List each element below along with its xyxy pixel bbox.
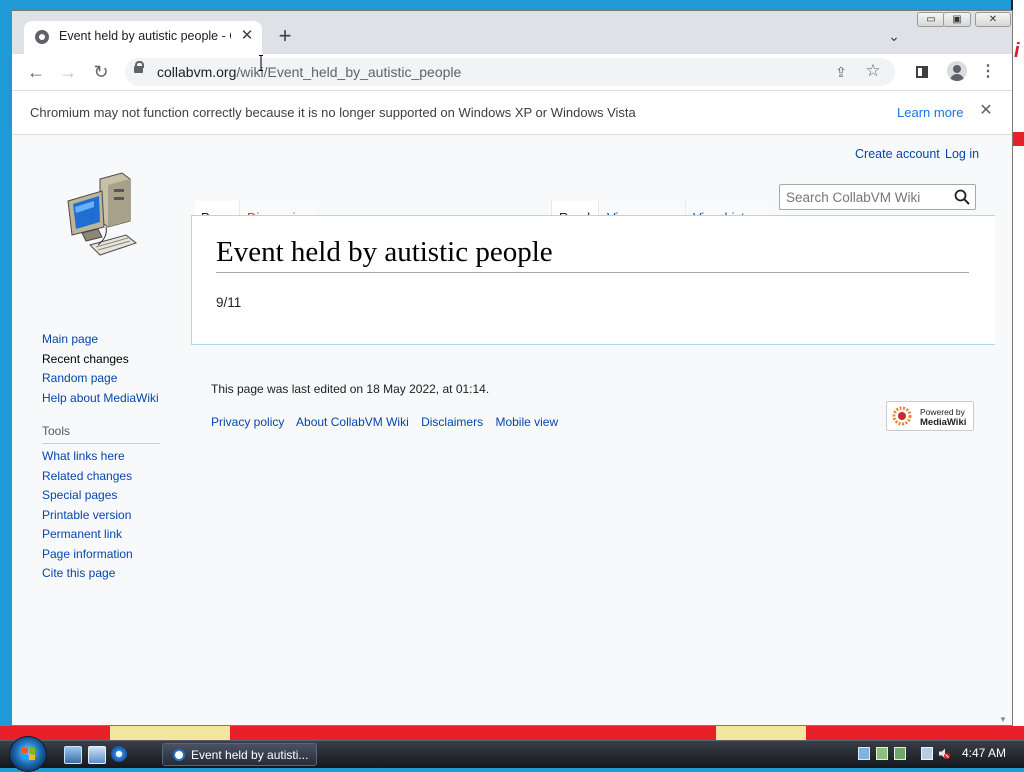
footer-disclaimers[interactable]: Disclaimers bbox=[421, 415, 483, 429]
tool-permanent-link[interactable]: Permanent link bbox=[42, 525, 133, 545]
nav-main-page[interactable]: Main page bbox=[42, 330, 159, 350]
last-edited-info: This page was last edited on 18 May 2022… bbox=[211, 382, 490, 396]
footer-links: Privacy policy About CollabVM Wiki Discl… bbox=[211, 415, 567, 429]
powered-by-line1: Powered by bbox=[920, 407, 965, 417]
tab-title: Event held by autistic people - C bbox=[59, 29, 231, 43]
tools-portlet: What links here Related changes Special … bbox=[42, 447, 133, 584]
windows-flag-icon bbox=[22, 748, 35, 760]
tab-close-button[interactable]: ✕ bbox=[237, 26, 257, 46]
taskbar-browser-item[interactable]: Event held by autisti... bbox=[162, 743, 317, 766]
nav-help[interactable]: Help about MediaWiki bbox=[42, 389, 159, 409]
lock-icon[interactable] bbox=[134, 61, 144, 73]
new-tab-button[interactable]: + bbox=[272, 25, 298, 49]
desktop-bottom-strip bbox=[0, 726, 1024, 740]
navigation-portlet: Main page Recent changes Random page Hel… bbox=[42, 330, 159, 408]
nav-random-page[interactable]: Random page bbox=[42, 369, 159, 389]
search-icon[interactable] bbox=[954, 189, 970, 205]
search-placeholder: Search CollabVM Wiki bbox=[786, 190, 921, 205]
start-orb[interactable] bbox=[9, 736, 47, 772]
tool-printable-version[interactable]: Printable version bbox=[42, 506, 133, 526]
page-viewport: Create account Log in Main page Recent c… bbox=[12, 55, 995, 725]
network-icon[interactable] bbox=[921, 747, 933, 760]
tab-search-button[interactable]: ⌄ bbox=[884, 28, 904, 44]
ie-icon[interactable] bbox=[111, 746, 127, 762]
tool-cite-this-page[interactable]: Cite this page bbox=[42, 564, 133, 584]
nav-recent-changes[interactable]: Recent changes bbox=[42, 350, 159, 370]
log-in-link[interactable]: Log in bbox=[945, 147, 979, 161]
desktop-wallpaper-shape bbox=[1013, 132, 1024, 146]
tray-app-icon[interactable] bbox=[858, 747, 870, 760]
profile-icon[interactable] bbox=[947, 61, 967, 81]
url-host: collabvm.org bbox=[157, 64, 237, 80]
chromium-taskbar-icon bbox=[173, 749, 185, 761]
tab-strip: Event held by autistic people - C ✕ + ⌄ … bbox=[12, 11, 1012, 54]
browser-toolbar: ← → ↻ collabvm.org/wiki/Event_held_by_au… bbox=[12, 54, 1012, 90]
tool-what-links-here[interactable]: What links here bbox=[42, 447, 133, 467]
unsupported-os-infobar: Chromium may not function correctly beca… bbox=[12, 90, 1012, 135]
learn-more-link[interactable]: Learn more bbox=[897, 105, 963, 120]
taskbar-clock[interactable]: 4:47 AM bbox=[962, 746, 1006, 760]
infobar-message: Chromium may not function correctly beca… bbox=[30, 105, 636, 120]
close-window-button[interactable]: ✕ bbox=[975, 12, 1011, 27]
powered-by-mediawiki-badge[interactable]: Powered by MediaWiki bbox=[886, 401, 974, 431]
tools-heading: Tools bbox=[42, 424, 160, 444]
tab-active[interactable]: Event held by autistic people - C ✕ bbox=[24, 21, 262, 54]
tool-page-information[interactable]: Page information bbox=[42, 545, 133, 565]
taskbar: Event held by autisti... 4:47 AM bbox=[0, 736, 1024, 772]
tool-special-pages[interactable]: Special pages bbox=[42, 486, 133, 506]
chromium-favicon bbox=[35, 30, 49, 44]
desktop-wallpaper-block bbox=[716, 726, 806, 740]
side-panel-icon[interactable] bbox=[916, 66, 928, 78]
scroll-down-arrow[interactable]: ▼ bbox=[999, 715, 1007, 724]
desktop-top-strip bbox=[0, 0, 1024, 10]
desktop-wallpaper-block bbox=[110, 726, 230, 740]
forward-button[interactable]: → bbox=[56, 60, 80, 84]
powered-by-line2: MediaWiki bbox=[920, 417, 967, 428]
page-title: Event held by autistic people bbox=[216, 236, 969, 273]
tray-app-icon[interactable] bbox=[876, 747, 888, 760]
wiki-search-input[interactable]: Search CollabVM Wiki bbox=[779, 184, 976, 210]
desktop-left-strip bbox=[0, 0, 11, 740]
infobar-close-icon[interactable]: ✕ bbox=[976, 101, 996, 121]
url-text[interactable]: collabvm.org/wiki/Event_held_by_autistic… bbox=[157, 64, 461, 80]
tray-app-icon[interactable] bbox=[894, 747, 906, 760]
page-scrollbar[interactable]: ▼ bbox=[995, 135, 1012, 725]
footer-mobile-view[interactable]: Mobile view bbox=[495, 415, 558, 429]
show-desktop-icon[interactable] bbox=[64, 746, 82, 764]
back-button[interactable]: ← bbox=[24, 60, 48, 84]
minimize-button[interactable]: ▭ bbox=[917, 12, 945, 27]
reload-button[interactable]: ↻ bbox=[89, 60, 113, 84]
desktop-wallpaper-letter: i bbox=[1014, 40, 1020, 62]
browser-window: Event held by autistic people - C ✕ + ⌄ … bbox=[11, 10, 1013, 726]
star-icon[interactable]: ☆ bbox=[863, 61, 883, 81]
share-icon[interactable]: ⇪ bbox=[831, 62, 851, 82]
switch-windows-icon[interactable] bbox=[88, 746, 106, 764]
computer-logo[interactable] bbox=[64, 171, 144, 261]
url-path: /wiki/Event_held_by_autistic_people bbox=[236, 64, 462, 80]
taskbar-item-label: Event held by autisti... bbox=[191, 748, 309, 762]
volume-muted-icon[interactable] bbox=[938, 747, 950, 760]
footer-about[interactable]: About CollabVM Wiki bbox=[296, 415, 409, 429]
footer-privacy-policy[interactable]: Privacy policy bbox=[211, 415, 284, 429]
text-cursor-icon bbox=[259, 55, 263, 71]
create-account-link[interactable]: Create account bbox=[855, 147, 940, 161]
menu-icon[interactable]: ⋮ bbox=[980, 61, 996, 83]
tool-related-changes[interactable]: Related changes bbox=[42, 467, 133, 487]
address-bar[interactable]: collabvm.org/wiki/Event_held_by_autistic… bbox=[125, 58, 895, 86]
page-content: Event held by autistic people 9/11 bbox=[191, 215, 995, 345]
mediawiki-flower-icon bbox=[892, 406, 912, 426]
restore-button[interactable]: ▣ bbox=[943, 12, 971, 27]
page-body-text: 9/11 bbox=[216, 295, 242, 310]
